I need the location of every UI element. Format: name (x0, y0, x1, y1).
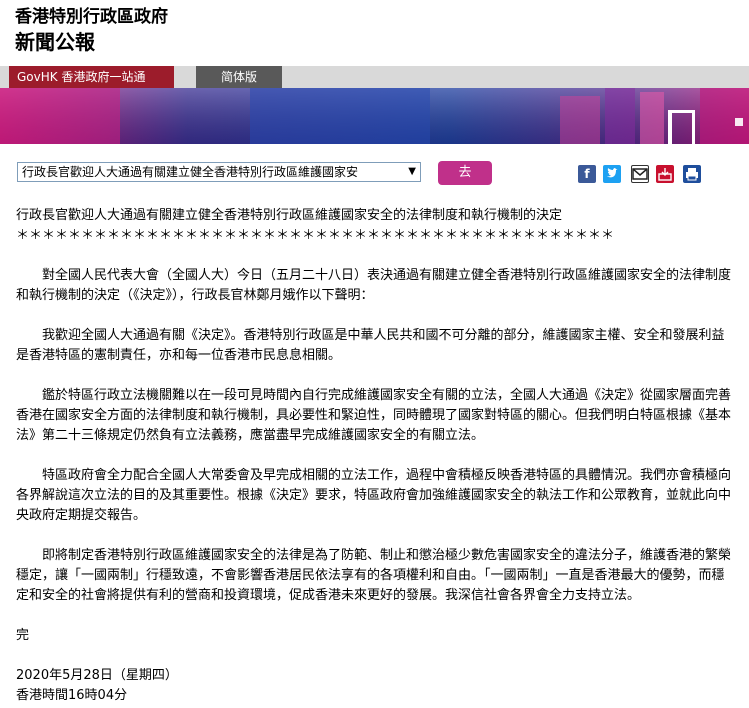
inbox-icon[interactable] (656, 165, 674, 183)
chevron-down-icon: ▼ (408, 166, 416, 177)
site-header: 香港特別行政區政府 新聞公報 (15, 6, 168, 56)
print-icon[interactable] (683, 165, 701, 183)
tab-simplified-chinese[interactable]: 简体版 (196, 66, 282, 88)
article-paragraph-1: 對全國人民代表大會（全國人大）今日（五月二十八日）表決通過有關建立健全香港特別行… (16, 268, 732, 303)
title-separator-stars: ＊＊＊＊＊＊＊＊＊＊＊＊＊＊＊＊＊＊＊＊＊＊＊＊＊＊＊＊＊＊＊＊＊＊＊＊＊＊＊＊… (16, 228, 615, 243)
envelope-glyph (632, 168, 648, 180)
article-select-value: 行政長官歡迎人大通過有關建立健全香港特別行政區維護國家安 (22, 165, 359, 179)
article-paragraph-3: 鑑於特區行政立法機關難以在一段可見時間內自行完成維護國家安全有關的立法，全國人大… (16, 388, 732, 443)
inbox-glyph (658, 168, 672, 181)
banner-graphic (0, 88, 749, 144)
twitter-icon[interactable] (603, 165, 621, 183)
twitter-bird-glyph (607, 168, 618, 178)
header-gov-name: 香港特別行政區政府 (15, 7, 168, 27)
article-time: 香港時間16時04分 (16, 688, 128, 703)
go-button[interactable]: 去 (438, 161, 492, 185)
article-date: 2020年5月28日（星期四） (16, 668, 178, 683)
header-banner (0, 88, 749, 144)
article-paragraph-5: 即將制定香港特別行政區維護國家安全的法律是為了防範、制止和懲治極少數危害國家安全… (16, 548, 732, 603)
article-end-mark: 完 (16, 628, 30, 643)
printer-glyph (686, 168, 698, 181)
article-paragraph-2: 我歡迎全國人大通過有關《決定》。香港特別行政區是中華人民共和國不可分離的部分，維… (16, 328, 725, 363)
article-title: 行政長官歡迎人大通過有關建立健全香港特別行政區維護國家安全的法律制度和執行機制的… (16, 208, 563, 223)
header-press-release: 新聞公報 (15, 30, 95, 54)
article-body: 行政長官歡迎人大通過有關建立健全香港特別行政區維護國家安全的法律制度和執行機制的… (16, 206, 734, 706)
article-toolbar: 行政長官歡迎人大通過有關建立健全香港特別行政區維護國家安 ▼ 去 f (0, 158, 749, 188)
article-select-dropdown[interactable]: 行政長官歡迎人大通過有關建立健全香港特別行政區維護國家安 ▼ (17, 162, 421, 182)
facebook-icon[interactable]: f (578, 165, 596, 183)
email-icon[interactable] (631, 165, 649, 183)
tab-govhk[interactable]: GovHK 香港政府一站通 (9, 66, 174, 88)
article-paragraph-4: 特區政府會全力配合全國人大常委會及早完成相關的立法工作，過程中會積極反映香港特區… (16, 468, 732, 523)
tab-bar: GovHK 香港政府一站通 简体版 (0, 66, 749, 88)
